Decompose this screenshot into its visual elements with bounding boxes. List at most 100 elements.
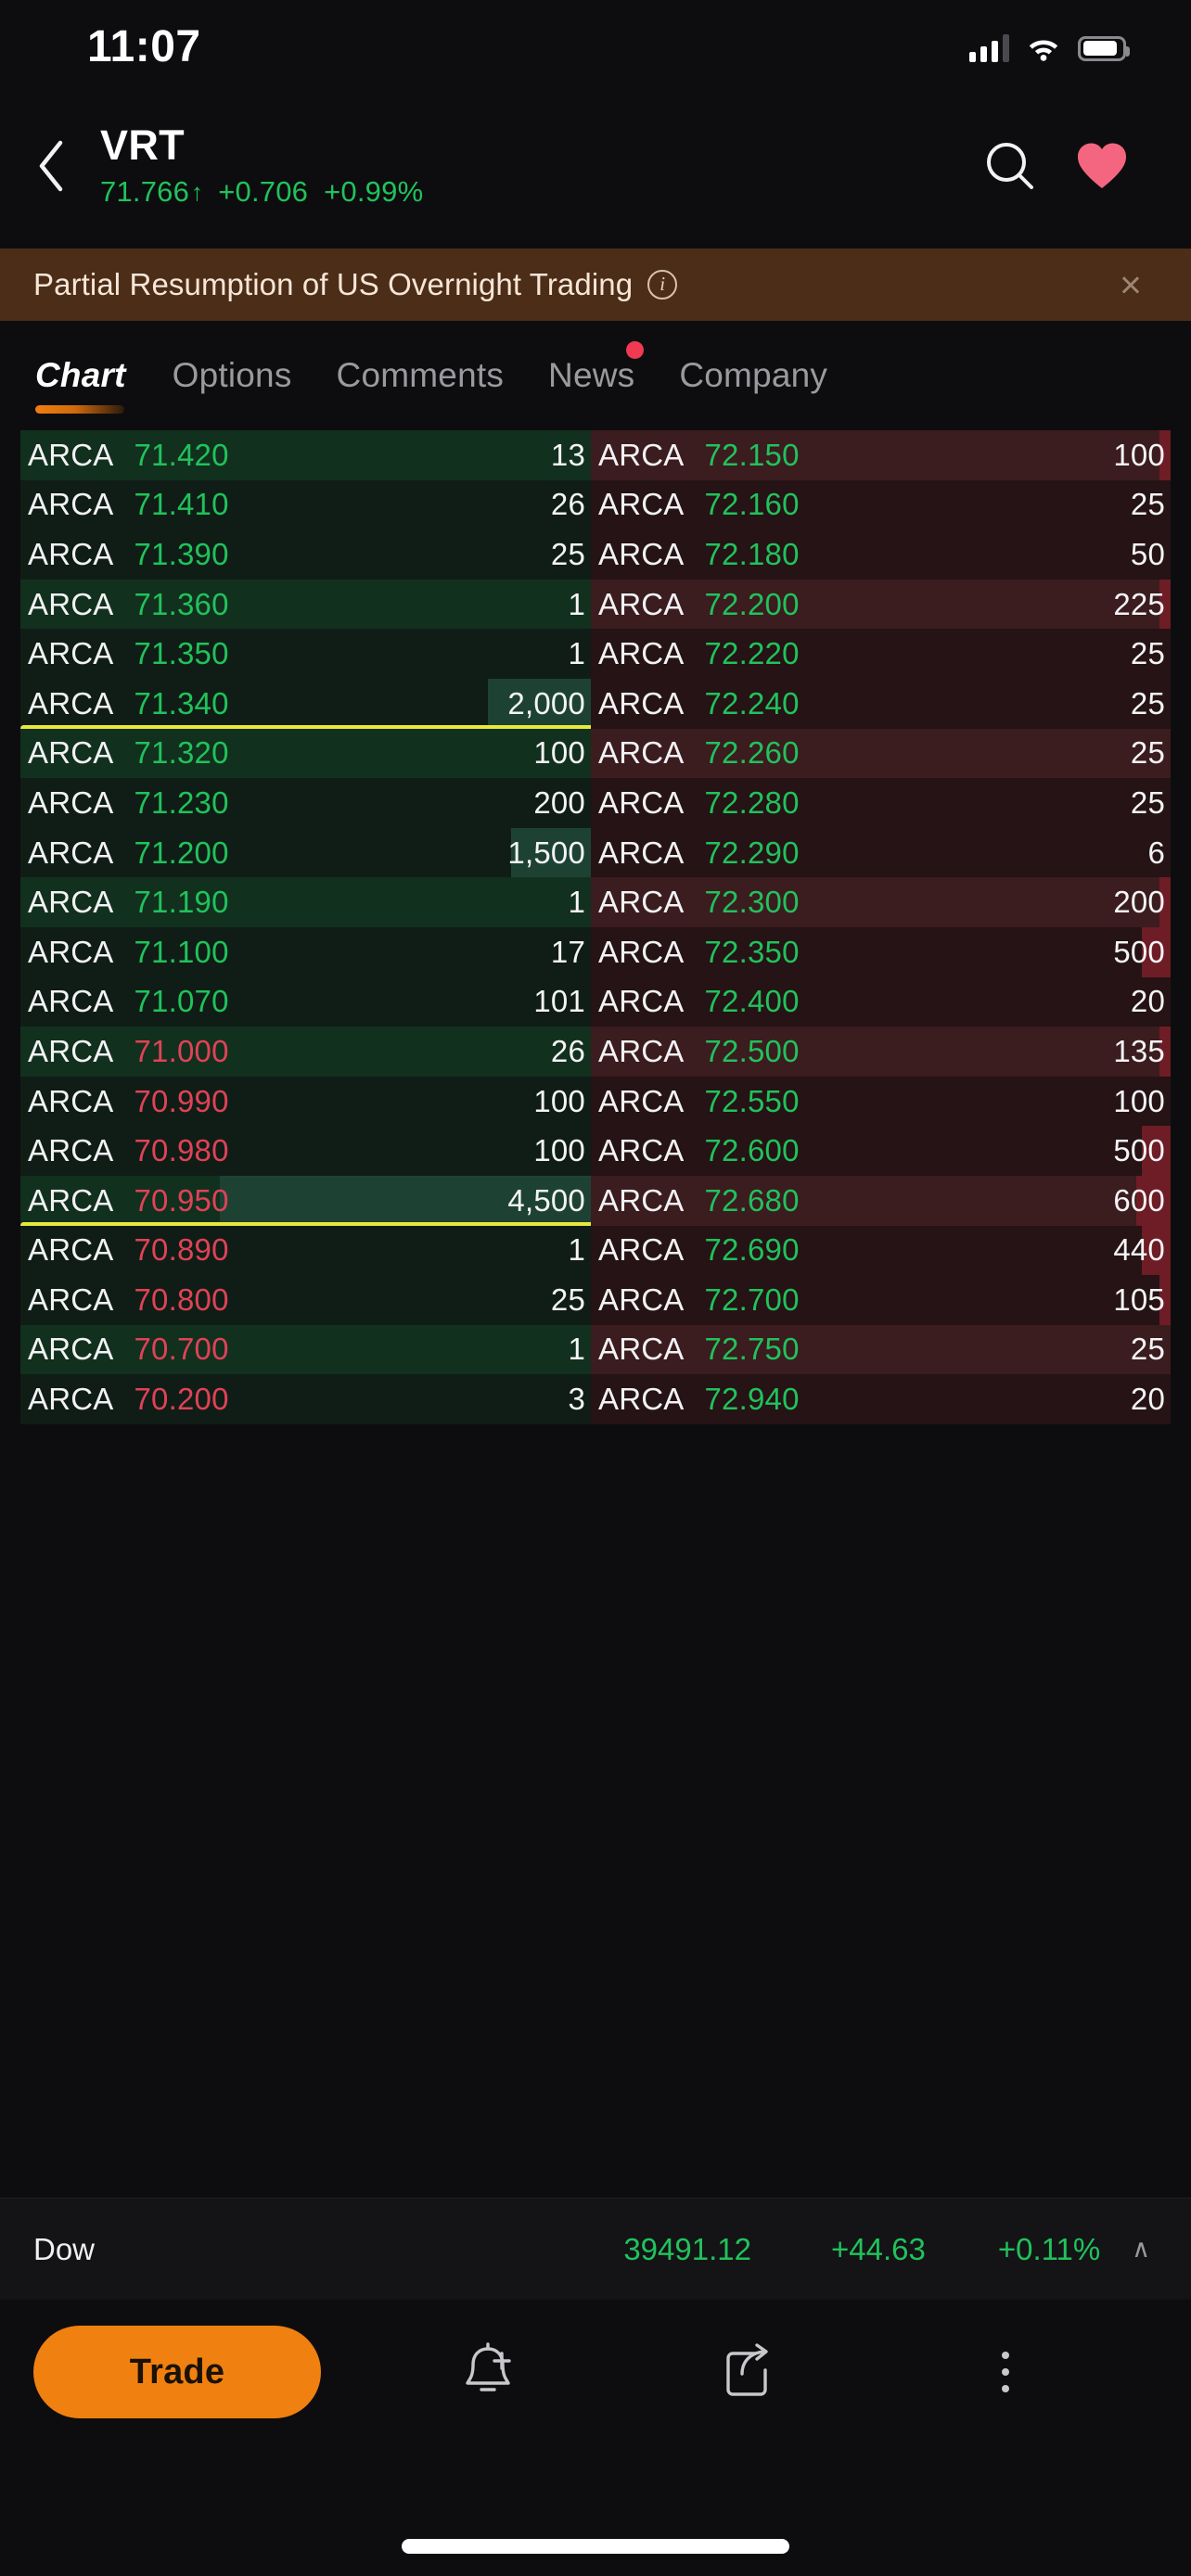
price: 72.220 bbox=[704, 636, 800, 671]
price: 70.980 bbox=[134, 1133, 229, 1168]
index-name: Dow bbox=[33, 2231, 96, 2266]
size: 25 bbox=[1130, 1332, 1165, 1367]
row-left: ARCA 72.280 bbox=[598, 785, 800, 821]
market-maker: ARCA bbox=[28, 735, 114, 771]
search-icon[interactable] bbox=[983, 139, 1037, 193]
row-content: ARCA 72.940 20 bbox=[591, 1382, 1171, 1417]
row-left: ARCA 72.290 bbox=[598, 835, 800, 871]
heart-icon[interactable] bbox=[1076, 142, 1128, 190]
price: 72.600 bbox=[704, 1133, 800, 1168]
size: 4,500 bbox=[507, 1182, 585, 1218]
row-left: ARCA 70.700 bbox=[28, 1332, 229, 1367]
back-chevron-icon[interactable] bbox=[19, 134, 83, 198]
toolbar-icons bbox=[321, 2326, 1191, 2418]
order-book-row[interactable]: ARCA 72.240 25 bbox=[591, 678, 1171, 729]
order-book-row[interactable]: ARCA 72.220 25 bbox=[591, 629, 1171, 679]
more-vertical-icon[interactable] bbox=[973, 2340, 1038, 2404]
order-book-row[interactable]: ARCA 72.290 6 bbox=[591, 827, 1171, 878]
order-book-row[interactable]: ARCA 72.200 225 bbox=[591, 579, 1171, 630]
trade-button[interactable]: Trade bbox=[33, 2326, 321, 2418]
order-book-row[interactable]: ARCA 71.190 1 bbox=[20, 877, 591, 927]
price: 72.350 bbox=[704, 934, 800, 969]
order-book-row[interactable]: ARCA 71.320 100 bbox=[20, 728, 591, 779]
market-maker: ARCA bbox=[28, 437, 114, 472]
order-book-bid-column[interactable]: ARCA 71.420 13 ARCA 71.410 26 ARCA 71.390 25 ARCA… bbox=[20, 430, 591, 2198]
row-left: ARCA 72.240 bbox=[598, 686, 800, 721]
order-book-row[interactable]: ARCA 71.390 25 bbox=[20, 529, 591, 580]
tab-company[interactable]: Company bbox=[657, 356, 850, 395]
order-book-row[interactable]: ARCA 72.350 500 bbox=[591, 926, 1171, 977]
row-content: ARCA 72.180 50 bbox=[591, 537, 1171, 572]
size: 500 bbox=[1113, 1133, 1165, 1168]
order-book-row[interactable]: ARCA 71.420 13 bbox=[20, 430, 591, 480]
price: 72.200 bbox=[704, 586, 800, 621]
row-left: ARCA 71.340 bbox=[28, 686, 229, 721]
order-book-row[interactable]: ARCA 70.980 100 bbox=[20, 1126, 591, 1176]
order-book-row[interactable]: ARCA 72.280 25 bbox=[591, 778, 1171, 828]
chevron-up-icon[interactable]: ∧ bbox=[1132, 2235, 1150, 2264]
tab-chart[interactable]: Chart bbox=[33, 356, 150, 414]
order-book-row[interactable]: ARCA 71.410 26 bbox=[20, 479, 591, 530]
order-book-row[interactable]: ARCA 72.180 50 bbox=[591, 529, 1171, 580]
row-left: ARCA 70.800 bbox=[28, 1282, 229, 1318]
order-book-ask-column[interactable]: ARCA 72.150 100 ARCA 72.160 25 ARCA 72.180 50 ARC… bbox=[591, 430, 1171, 2198]
price: 70.950 bbox=[134, 1182, 229, 1218]
order-book-row[interactable]: ARCA 71.350 1 bbox=[20, 629, 591, 679]
tab-comments[interactable]: Comments bbox=[314, 356, 526, 395]
price: 71.390 bbox=[134, 536, 229, 571]
order-book-row[interactable]: ARCA 72.300 200 bbox=[591, 877, 1171, 927]
tab-news[interactable]: News bbox=[526, 341, 657, 395]
order-book-row[interactable]: ARCA 71.100 17 bbox=[20, 926, 591, 977]
order-book-row[interactable]: ARCA 70.990 100 bbox=[20, 1076, 591, 1127]
order-book-row[interactable]: ARCA 72.500 135 bbox=[591, 1027, 1171, 1077]
order-book-row[interactable]: ARCA 72.400 20 bbox=[591, 976, 1171, 1027]
order-book-row[interactable]: ARCA 70.950 4,500 bbox=[20, 1175, 591, 1226]
price: 72.150 bbox=[704, 437, 800, 472]
row-left: ARCA 72.940 bbox=[598, 1382, 800, 1417]
row-content: ARCA 70.950 4,500 bbox=[20, 1183, 591, 1218]
order-book-row[interactable]: ARCA 71.200 1,500 bbox=[20, 827, 591, 878]
order-book-row[interactable]: ARCA 71.360 1 bbox=[20, 579, 591, 630]
row-left: ARCA 72.160 bbox=[598, 487, 800, 522]
order-book-row[interactable]: ARCA 72.750 25 bbox=[591, 1324, 1171, 1375]
info-icon[interactable]: i bbox=[647, 270, 678, 300]
close-icon[interactable]: × bbox=[1108, 265, 1154, 304]
order-book-row[interactable]: ARCA 70.700 1 bbox=[20, 1324, 591, 1375]
order-book-row[interactable]: ARCA 71.230 200 bbox=[20, 778, 591, 828]
order-book-row[interactable]: ARCA 71.000 26 bbox=[20, 1027, 591, 1077]
size: 1 bbox=[568, 885, 585, 920]
market-maker: ARCA bbox=[598, 536, 685, 571]
order-book-row[interactable]: ARCA 71.340 2,000 bbox=[20, 678, 591, 729]
size: 200 bbox=[533, 784, 585, 820]
order-book-row[interactable]: ARCA 72.260 25 bbox=[591, 728, 1171, 779]
order-book-row[interactable]: ARCA 72.150 100 bbox=[591, 430, 1171, 480]
size: 1 bbox=[568, 586, 585, 621]
index-ticker[interactable]: Dow 39491.12 +44.63 +0.11% ∧ bbox=[0, 2198, 1191, 2300]
row-left: ARCA 72.350 bbox=[598, 935, 800, 970]
order-book-row[interactable]: ARCA 72.550 100 bbox=[591, 1076, 1171, 1127]
size: 25 bbox=[550, 1282, 585, 1317]
notice-banner[interactable]: Partial Resumption of US Overnight Tradi… bbox=[0, 249, 1191, 321]
row-content: ARCA 72.550 100 bbox=[591, 1084, 1171, 1119]
size: 6 bbox=[1147, 835, 1165, 870]
order-book[interactable]: ARCA 71.420 13 ARCA 71.410 26 ARCA 71.390 25 ARCA… bbox=[0, 430, 1191, 2198]
price: 71.320 bbox=[134, 735, 229, 771]
order-book-row[interactable]: ARCA 72.940 20 bbox=[591, 1374, 1171, 1424]
order-book-row[interactable]: ARCA 70.890 1 bbox=[20, 1225, 591, 1276]
order-book-row[interactable]: ARCA 72.700 105 bbox=[591, 1275, 1171, 1325]
row-content: ARCA 72.750 25 bbox=[591, 1332, 1171, 1367]
bell-plus-icon[interactable] bbox=[455, 2340, 520, 2404]
status-bar: 11:07 bbox=[0, 0, 1191, 83]
row-left: ARCA 72.400 bbox=[598, 984, 800, 1019]
order-book-row[interactable]: ARCA 71.070 101 bbox=[20, 976, 591, 1027]
order-book-row[interactable]: ARCA 72.600 500 bbox=[591, 1126, 1171, 1176]
order-book-row[interactable]: ARCA 72.680 600 bbox=[591, 1175, 1171, 1226]
order-book-row[interactable]: ARCA 72.160 25 bbox=[591, 479, 1171, 530]
order-book-row[interactable]: ARCA 70.800 25 bbox=[20, 1275, 591, 1325]
order-book-row[interactable]: ARCA 70.200 3 bbox=[20, 1374, 591, 1424]
tab-options[interactable]: Options bbox=[150, 356, 314, 395]
order-book-row[interactable]: ARCA 72.690 440 bbox=[591, 1225, 1171, 1276]
market-maker: ARCA bbox=[28, 984, 114, 1019]
size: 225 bbox=[1113, 586, 1165, 621]
share-icon[interactable] bbox=[714, 2340, 779, 2404]
